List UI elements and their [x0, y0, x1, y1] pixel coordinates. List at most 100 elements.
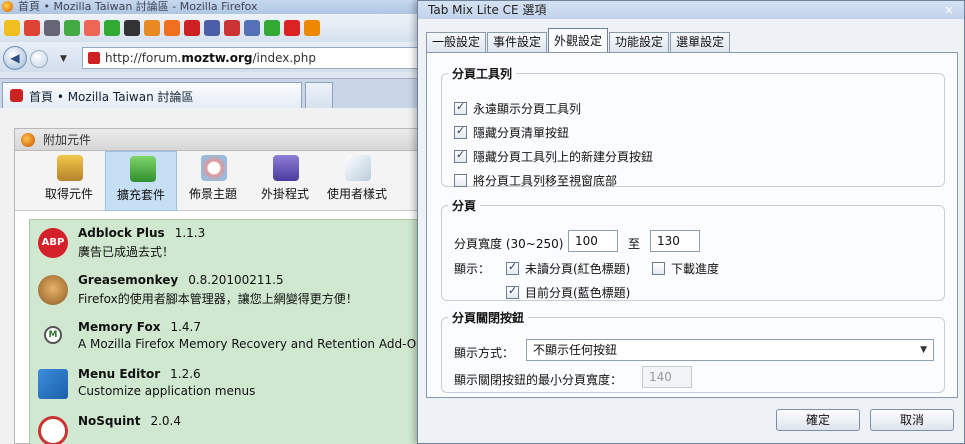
url-bar[interactable]: http://forum.moztw.org/index.php: [82, 47, 427, 69]
tab-label: 佈景主題: [188, 187, 237, 201]
extension-name: NoSquint: [78, 414, 141, 428]
option-unread-tab[interactable]: 未讀分頁(紅色標題): [506, 260, 630, 277]
page-content: 附加元件 取得元件 擴充套件 佈景主題 外掛程式 使用者樣式 ABP Adblo…: [0, 108, 430, 444]
option-hide-tab-list-button[interactable]: 隱藏分頁清單按鈕: [454, 124, 569, 141]
history-dropdown-icon[interactable]: ▼: [60, 54, 67, 64]
adblock-plus-icon: ABP: [38, 228, 68, 258]
forward-button[interactable]: [30, 50, 48, 68]
tab-features[interactable]: 功能設定: [609, 32, 670, 52]
option-download-progress[interactable]: 下載進度: [652, 260, 719, 277]
min-width-label: 顯示關閉按鈕的最小分頁寬度：: [454, 373, 623, 387]
extension-title: Memory Fox 1.4.7: [78, 320, 430, 334]
cancel-button[interactable]: 取消: [870, 409, 954, 431]
option-label: 隱藏分頁清單按鈕: [473, 126, 570, 140]
bookmark-icon[interactable]: [24, 20, 40, 36]
dialog-titlebar: Tab Mix Lite CE 選項 ×: [418, 1, 964, 19]
tab-width-max-input[interactable]: 130: [650, 230, 700, 252]
to-label: 至: [628, 237, 641, 251]
display-mode-select[interactable]: 不顯示任何按鈕 ▼: [526, 339, 934, 361]
tab-plugins[interactable]: 外掛程式: [249, 151, 321, 211]
close-icon[interactable]: ×: [944, 1, 954, 19]
option-always-show-tabbar[interactable]: 永遠顯示分頁工具列: [454, 100, 581, 117]
extension-version: 0.8.20100211.5: [188, 273, 284, 287]
checkbox[interactable]: [454, 174, 467, 187]
folder-icon[interactable]: [144, 20, 160, 36]
tab-get-addons[interactable]: 取得元件: [33, 151, 105, 211]
extension-name: Adblock Plus: [78, 226, 165, 240]
option-current-tab[interactable]: 目前分頁(藍色標題): [506, 284, 630, 301]
tab-appearance[interactable]: 外觀設定: [548, 28, 609, 52]
extension-title: Greasemonkey 0.8.20100211.5: [78, 273, 430, 287]
tab-events[interactable]: 事件設定: [487, 32, 548, 52]
more-icon[interactable]: [304, 20, 320, 36]
addon-icon[interactable]: [104, 20, 120, 36]
firefox-window-title: 首頁 • Mozilla Taiwan 討論區 - Mozilla Firefo…: [18, 0, 258, 13]
extension-version: 1.4.7: [170, 320, 201, 334]
min-width-input[interactable]: 140: [642, 366, 692, 388]
nosquint-icon: [38, 416, 68, 444]
feed-icon[interactable]: [244, 20, 260, 36]
close-group-legend: 分頁關閉按鈕: [452, 311, 525, 325]
navigation-bar: ◀ ▼ http://forum.moztw.org/index.php: [0, 42, 430, 72]
tab-group-legend: 分頁: [452, 199, 477, 213]
display-mode-value: 不顯示任何按鈕: [533, 343, 618, 357]
list-item[interactable]: M Memory Fox 1.4.7 A Mozilla Firefox Memo…: [30, 314, 430, 361]
tab-user-styles[interactable]: 使用者樣式: [321, 151, 393, 211]
tab-width-label: 分頁寬度 (30~250): [454, 237, 564, 251]
dialog-title: Tab Mix Lite CE 選項: [428, 3, 547, 17]
tab-themes[interactable]: 佈景主題: [177, 151, 249, 211]
checkbox[interactable]: [506, 284, 519, 299]
checkbox[interactable]: [652, 262, 665, 275]
rss-icon[interactable]: [84, 20, 100, 36]
option-label: 隱藏分頁工具列上的新建分頁按鈕: [473, 150, 654, 164]
extension-title: Adblock Plus 1.1.3: [78, 226, 430, 240]
back-button[interactable]: ◀: [3, 46, 27, 70]
option-label: 將分頁工具列移至視窗底部: [473, 174, 618, 188]
checkbox[interactable]: [454, 100, 467, 115]
checkbox[interactable]: [506, 260, 519, 275]
yahoo-icon[interactable]: [224, 20, 240, 36]
list-item[interactable]: Greasemonkey 0.8.20100211.5 Firefox的使用者腳本…: [30, 267, 430, 314]
addons-manager: 附加元件 取得元件 擴充套件 佈景主題 外掛程式 使用者樣式 ABP Adblo…: [14, 128, 430, 444]
star-icon[interactable]: [4, 20, 20, 36]
extension-name: Greasemonkey: [78, 273, 179, 287]
firefox-button-icon[interactable]: [164, 20, 180, 36]
extension-icon[interactable]: [64, 20, 80, 36]
desktop: 首頁 • Mozilla Taiwan 討論區 - Mozilla Firefo…: [0, 0, 965, 444]
tab-extensions[interactable]: 擴充套件: [105, 151, 177, 211]
sidebar-icon[interactable]: [44, 20, 60, 36]
close-button-group: 分頁關閉按鈕 顯示方式： 不顯示任何按鈕 ▼ 顯示關閉按鈕的最小分頁寬度： 14…: [441, 309, 945, 393]
extension-version: 1.1.3: [174, 226, 206, 240]
list-item[interactable]: NoSquint 2.0.4: [30, 408, 430, 444]
user-styles-icon: [345, 155, 371, 181]
moztw-icon[interactable]: [184, 20, 200, 36]
extensions-icon: [130, 156, 156, 182]
option-tabbar-bottom[interactable]: 將分頁工具列移至視窗底部: [454, 172, 617, 189]
weibo-icon[interactable]: [284, 20, 300, 36]
firefox-icon: [2, 1, 13, 12]
tab-general[interactable]: 一般設定: [426, 32, 487, 52]
checkbox[interactable]: [454, 124, 467, 139]
m-icon[interactable]: [124, 20, 140, 36]
firefox-window: 首頁 • Mozilla Taiwan 討論區 - Mozilla Firefo…: [0, 0, 430, 444]
option-hide-new-tab-button[interactable]: 隱藏分頁工具列上的新建分頁按鈕: [454, 148, 653, 165]
tab-group: 分頁 分頁寬度 (30~250) 100 至 130 顯示： 未讀分頁(紅色標題…: [441, 197, 945, 301]
ok-button[interactable]: 確定: [776, 409, 860, 431]
tab-menus[interactable]: 選單設定: [670, 32, 731, 52]
addons-titlebar: 附加元件: [15, 129, 429, 151]
list-item[interactable]: ABP Adblock Plus 1.1.3 廣告已成過去式！: [30, 220, 430, 267]
tab-width-min-input[interactable]: 100: [568, 230, 618, 252]
extension-version: 1.2.6: [170, 367, 201, 381]
addons-title: 附加元件: [43, 133, 92, 147]
plus-icon[interactable]: [264, 20, 280, 36]
shield-icon[interactable]: [204, 20, 220, 36]
plugins-icon: [273, 155, 299, 181]
new-tab[interactable]: [305, 82, 333, 108]
list-item[interactable]: Menu Editor 1.2.6 Customize application m…: [30, 361, 430, 408]
bookmark-toolbar: [0, 14, 430, 42]
tab-forum[interactable]: 首頁 • Mozilla Taiwan 討論區: [2, 82, 302, 108]
option-label: 下載進度: [671, 262, 720, 276]
checkbox[interactable]: [454, 148, 467, 163]
url-domain: moztw.org: [181, 51, 253, 65]
tab-label: 外掛程式: [260, 187, 309, 201]
